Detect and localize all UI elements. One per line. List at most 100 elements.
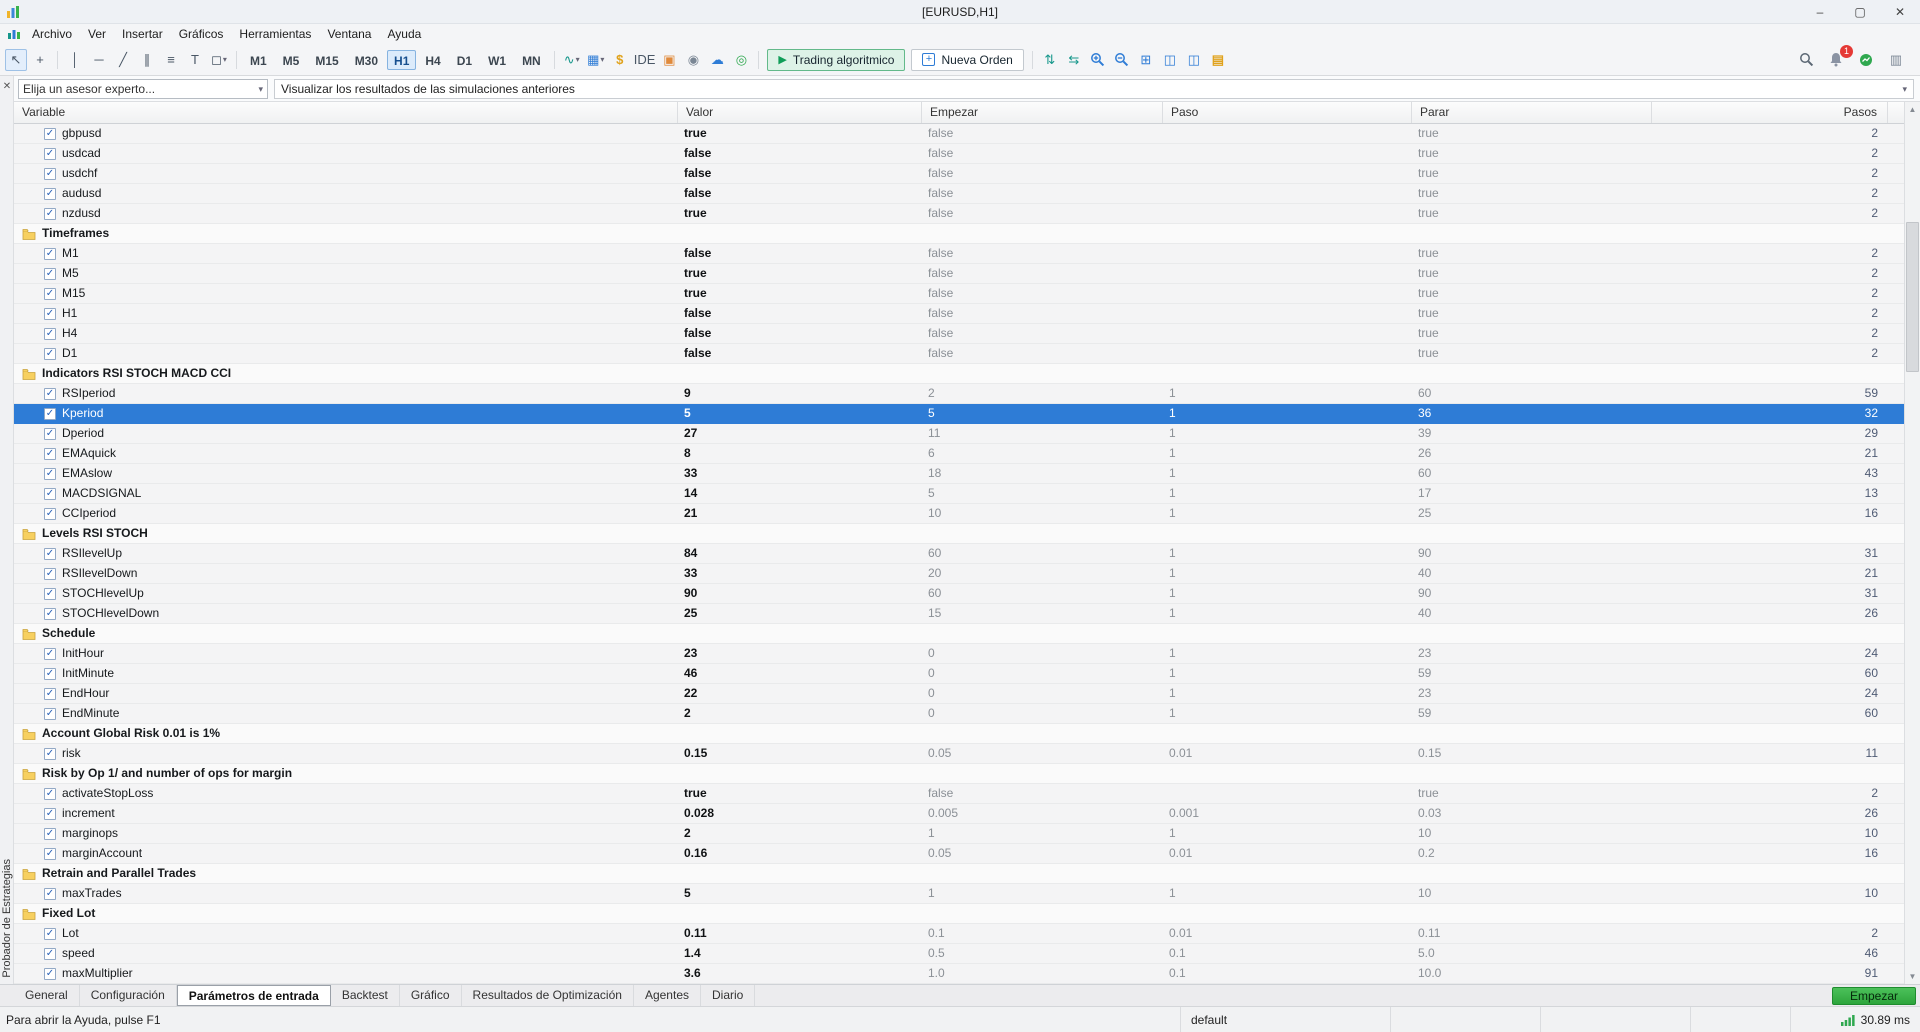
menu-item-archivo[interactable]: Archivo xyxy=(24,24,80,44)
column-header-empezar[interactable]: Empezar xyxy=(922,102,1163,123)
column-header-valor[interactable]: Valor xyxy=(678,102,922,123)
menu-item-ventana[interactable]: Ventana xyxy=(319,24,379,44)
row-checkbox[interactable]: ✓ xyxy=(44,167,56,180)
horizontal-line-tool-icon[interactable]: ─ xyxy=(88,49,110,71)
param-row[interactable]: ✓ RSIperiod 9 2 1 60 59 xyxy=(14,384,1920,404)
param-row[interactable]: ✓ STOCHlevelUp 90 60 1 90 31 xyxy=(14,584,1920,604)
scrollbar-thumb[interactable] xyxy=(1906,222,1919,372)
window-grid-icon[interactable]: ⊞ xyxy=(1135,49,1157,71)
param-row[interactable]: ✓ Kperiod 5 5 1 36 32 xyxy=(14,404,1920,424)
row-checkbox[interactable]: ✓ xyxy=(44,927,56,940)
row-checkbox[interactable]: ✓ xyxy=(44,847,56,860)
group-row[interactable]: Fixed Lot xyxy=(14,904,1920,924)
param-row[interactable]: ✓ increment 0.028 0.005 0.001 0.03 26 xyxy=(14,804,1920,824)
row-checkbox[interactable]: ✓ xyxy=(44,347,56,360)
notifications-bell-icon[interactable]: 1 xyxy=(1825,44,1853,71)
row-checkbox[interactable]: ✓ xyxy=(44,287,56,300)
row-checkbox[interactable]: ✓ xyxy=(44,427,56,440)
param-row[interactable]: ✓ usdchf false false true 2 xyxy=(14,164,1920,184)
tab-resultados-de-optimizaci-n[interactable]: Resultados de Optimización xyxy=(462,985,634,1006)
group-row[interactable]: Account Global Risk 0.01 is 1% xyxy=(14,724,1920,744)
row-checkbox[interactable]: ✓ xyxy=(44,507,56,520)
chart-autoscroll-icon[interactable]: ⇆ xyxy=(1063,49,1085,71)
market-icon[interactable]: ▣ xyxy=(658,49,680,71)
row-checkbox[interactable]: ✓ xyxy=(44,267,56,280)
param-row[interactable]: ✓ audusd false false true 2 xyxy=(14,184,1920,204)
param-row[interactable]: ✓ EMAquick 8 6 1 26 21 xyxy=(14,444,1920,464)
param-row[interactable]: ✓ Dperiod 27 11 1 39 29 xyxy=(14,424,1920,444)
row-checkbox[interactable]: ✓ xyxy=(44,187,56,200)
row-checkbox[interactable]: ✓ xyxy=(44,207,56,220)
group-row[interactable]: Retrain and Parallel Trades xyxy=(14,864,1920,884)
new-order-button[interactable]: + Nueva Orden xyxy=(911,48,1024,71)
column-header-variable[interactable]: Variable xyxy=(14,102,678,123)
timeframe-m5[interactable]: M5 xyxy=(276,50,307,70)
row-checkbox[interactable]: ✓ xyxy=(44,967,56,980)
start-button[interactable]: Empezar xyxy=(1832,987,1916,1005)
previous-results-select[interactable]: Visualizar los resultados de las simulac… xyxy=(274,79,1914,99)
shapes-tool-icon[interactable]: ◻ ▾ xyxy=(208,49,230,71)
zoom-out-icon[interactable] xyxy=(1111,49,1133,71)
param-row[interactable]: ✓ MACDSIGNAL 14 5 1 17 13 xyxy=(14,484,1920,504)
param-row[interactable]: ✓ maxTrades 5 1 1 10 10 xyxy=(14,884,1920,904)
param-row[interactable]: ✓ RSIlevelUp 84 60 1 90 31 xyxy=(14,544,1920,564)
row-checkbox[interactable]: ✓ xyxy=(44,707,56,720)
param-row[interactable]: ✓ gbpusd true false true 2 xyxy=(14,124,1920,144)
scroll-down-icon[interactable]: ▼ xyxy=(1905,969,1920,984)
row-checkbox[interactable]: ✓ xyxy=(44,667,56,680)
row-checkbox[interactable]: ✓ xyxy=(44,687,56,700)
fibonacci-tool-icon[interactable]: ≡ xyxy=(160,49,182,71)
row-checkbox[interactable]: ✓ xyxy=(44,547,56,560)
indicators-icon[interactable]: ∿ ▾ xyxy=(561,49,583,71)
param-row[interactable]: ✓ speed 1.4 0.5 0.1 5.0 46 xyxy=(14,944,1920,964)
timeframe-w1[interactable]: W1 xyxy=(481,50,513,70)
status-connection[interactable]: 30.89 ms xyxy=(1790,1007,1920,1032)
row-checkbox[interactable]: ✓ xyxy=(44,327,56,340)
row-checkbox[interactable]: ✓ xyxy=(44,307,56,320)
row-checkbox[interactable]: ✓ xyxy=(44,807,56,820)
param-row[interactable]: ✓ EndHour 22 0 1 23 24 xyxy=(14,684,1920,704)
maximize-button[interactable]: ▢ xyxy=(1840,0,1880,23)
param-row[interactable]: ✓ Lot 0.11 0.1 0.01 0.11 2 xyxy=(14,924,1920,944)
group-row[interactable]: Indicators RSI STOCH MACD CCI xyxy=(14,364,1920,384)
param-row[interactable]: ✓ CCIperiod 21 10 1 25 16 xyxy=(14,504,1920,524)
param-row[interactable]: ✓ marginAccount 0.16 0.05 0.01 0.2 16 xyxy=(14,844,1920,864)
column-header-parar[interactable]: Parar xyxy=(1412,102,1652,123)
param-row[interactable]: ✓ usdcad false false true 2 xyxy=(14,144,1920,164)
row-checkbox[interactable]: ✓ xyxy=(44,567,56,580)
row-checkbox[interactable]: ✓ xyxy=(44,887,56,900)
timeframe-m1[interactable]: M1 xyxy=(243,50,274,70)
minimize-button[interactable]: – xyxy=(1800,0,1840,23)
param-row[interactable]: ✓ M1 false false true 2 xyxy=(14,244,1920,264)
param-row[interactable]: ✓ InitMinute 46 0 1 59 60 xyxy=(14,664,1920,684)
text-tool-icon[interactable]: T xyxy=(184,49,206,71)
crosshair-tool-icon[interactable]: + xyxy=(29,49,51,71)
param-row[interactable]: ✓ RSIlevelDown 33 20 1 40 21 xyxy=(14,564,1920,584)
signals-icon[interactable]: ◉ xyxy=(682,49,704,71)
group-row[interactable]: Risk by Op 1/ and number of ops for marg… xyxy=(14,764,1920,784)
tab-par-metros-de-entrada[interactable]: Parámetros de entrada xyxy=(176,985,331,1006)
row-checkbox[interactable]: ✓ xyxy=(44,407,56,420)
row-checkbox[interactable]: ✓ xyxy=(44,647,56,660)
close-panel-icon[interactable]: ✕ xyxy=(1,80,13,92)
row-checkbox[interactable]: ✓ xyxy=(44,467,56,480)
menu-item-insertar[interactable]: Insertar xyxy=(114,24,171,44)
row-checkbox[interactable]: ✓ xyxy=(44,607,56,620)
group-row[interactable]: Schedule xyxy=(14,624,1920,644)
param-row[interactable]: ✓ risk 0.15 0.05 0.01 0.15 11 xyxy=(14,744,1920,764)
param-row[interactable]: ✓ EndMinute 2 0 1 59 60 xyxy=(14,704,1920,724)
row-checkbox[interactable]: ✓ xyxy=(44,487,56,500)
tab-agentes[interactable]: Agentes xyxy=(634,985,701,1006)
community-icon[interactable]: ◎ xyxy=(730,49,752,71)
param-row[interactable]: ✓ nzdusd true false true 2 xyxy=(14,204,1920,224)
column-header-paso[interactable]: Paso xyxy=(1163,102,1412,123)
trendline-tool-icon[interactable]: ╱ xyxy=(112,49,134,71)
param-row[interactable]: ✓ activateStopLoss true false true 2 xyxy=(14,784,1920,804)
menu-item-gr-ficos[interactable]: Gráficos xyxy=(171,24,232,44)
column-header-pasos[interactable]: Pasos xyxy=(1652,102,1888,123)
param-row[interactable]: ✓ M5 true false true 2 xyxy=(14,264,1920,284)
algo-trading-button[interactable]: ▶ Trading algoritmico xyxy=(767,48,906,71)
cursor-tool-icon[interactable]: ↖ xyxy=(5,48,27,71)
timeframe-d1[interactable]: D1 xyxy=(450,50,479,70)
tab-general[interactable]: General xyxy=(14,985,80,1006)
